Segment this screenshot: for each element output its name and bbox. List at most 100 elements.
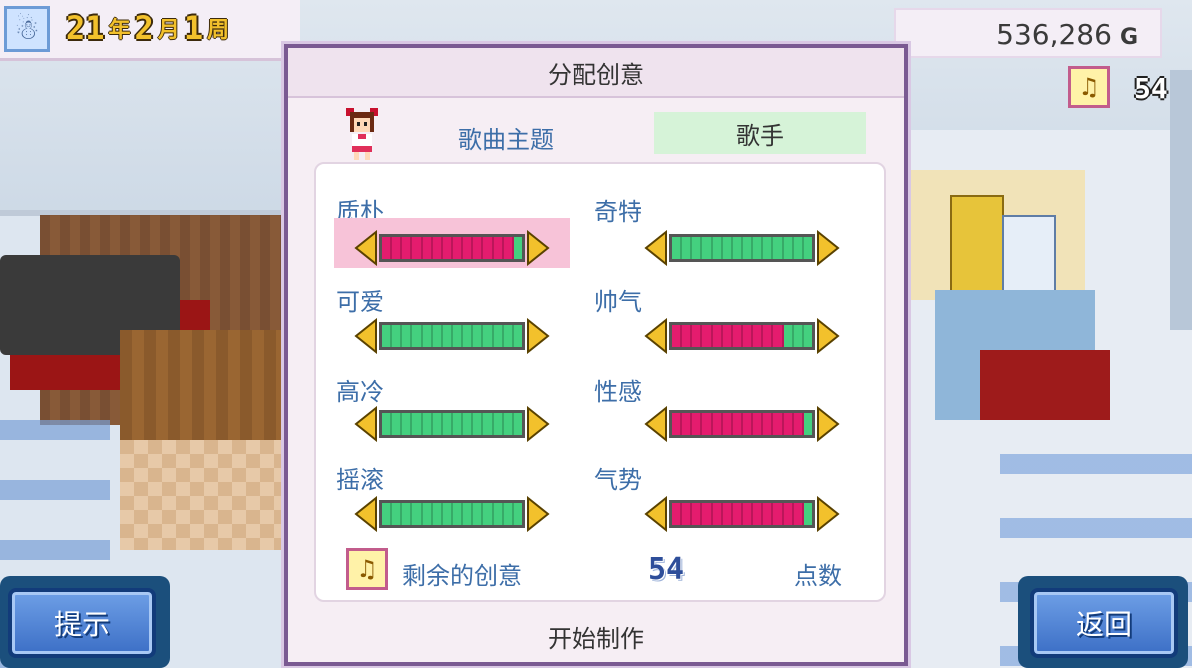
level-segment — [773, 503, 784, 525]
hint-button[interactable]: 提示 — [8, 588, 156, 658]
increase-arrow-icon[interactable] — [526, 495, 550, 533]
song-theme-label: 歌曲主题 — [458, 126, 554, 154]
attribute-level-bar — [379, 500, 525, 528]
level-segment — [702, 237, 713, 259]
level-segment — [732, 413, 743, 435]
level-segment — [442, 325, 453, 347]
level-segment — [692, 413, 703, 435]
level-segment — [672, 237, 683, 259]
level-segment — [442, 237, 453, 259]
dialog-title: 分配创意 — [288, 48, 904, 98]
increase-arrow-icon[interactable] — [816, 317, 840, 355]
decrease-arrow-icon[interactable] — [644, 495, 668, 533]
week-unit: 周 — [207, 18, 230, 43]
remaining-ideas-count: 54 — [648, 552, 685, 587]
increase-arrow-icon[interactable] — [816, 405, 840, 443]
money-bar: 536,286 G — [894, 8, 1162, 58]
level-segment — [742, 325, 754, 347]
level-segment — [712, 325, 723, 347]
attribute-slider[interactable] — [354, 404, 550, 444]
level-segment — [742, 237, 754, 259]
level-segment — [392, 503, 403, 525]
level-segment — [503, 325, 514, 347]
increase-arrow-icon[interactable] — [816, 229, 840, 267]
level-segment — [793, 325, 804, 347]
level-segment — [422, 413, 433, 435]
level-segment — [722, 237, 733, 259]
level-segment — [493, 325, 504, 347]
decrease-arrow-icon[interactable] — [354, 495, 378, 533]
level-segment — [473, 413, 484, 435]
increase-arrow-icon[interactable] — [526, 405, 550, 443]
attribute-label: 高冷 — [336, 378, 384, 406]
attribute-slider[interactable] — [354, 494, 550, 534]
level-segment — [412, 325, 423, 347]
decrease-arrow-icon[interactable] — [354, 405, 378, 443]
level-segment — [432, 503, 443, 525]
decrease-arrow-icon[interactable] — [354, 317, 378, 355]
level-segment — [672, 413, 683, 435]
level-segment — [412, 503, 423, 525]
level-segment — [692, 237, 703, 259]
level-segment — [463, 503, 474, 525]
level-segment — [732, 237, 743, 259]
attribute-level-bar — [669, 322, 815, 350]
level-segment — [402, 325, 413, 347]
decrease-arrow-icon[interactable] — [644, 229, 668, 267]
level-segment — [392, 413, 403, 435]
level-segment — [712, 503, 723, 525]
attribute-level-bar — [669, 500, 815, 528]
level-segment — [513, 325, 522, 347]
increase-arrow-icon[interactable] — [816, 495, 840, 533]
increase-arrow-icon[interactable] — [526, 317, 550, 355]
level-segment — [493, 413, 504, 435]
level-segment — [722, 325, 733, 347]
level-segment — [463, 237, 474, 259]
level-segment — [513, 237, 522, 259]
level-segment — [712, 413, 723, 435]
attribute-slider[interactable] — [334, 218, 570, 268]
level-segment — [402, 413, 413, 435]
level-segment — [742, 413, 754, 435]
attribute-slider[interactable] — [644, 228, 840, 268]
level-segment — [702, 325, 713, 347]
month-value: 2 — [134, 9, 154, 47]
decrease-arrow-icon[interactable] — [644, 405, 668, 443]
level-segment — [803, 413, 812, 435]
level-segment — [382, 325, 393, 347]
level-segment — [803, 237, 812, 259]
song-theme-value[interactable]: 歌手 — [654, 112, 866, 154]
level-segment — [483, 413, 494, 435]
level-segment — [473, 325, 484, 347]
level-segment — [503, 503, 514, 525]
currency-unit: G — [1119, 25, 1138, 50]
level-segment — [742, 503, 754, 525]
level-segment — [783, 237, 794, 259]
level-segment — [382, 413, 393, 435]
level-segment — [773, 237, 784, 259]
attribute-label: 可爱 — [336, 288, 384, 316]
back-button[interactable]: 返回 — [1030, 588, 1178, 658]
level-segment — [382, 503, 393, 525]
attribute-label: 帅气 — [594, 288, 642, 316]
level-segment — [732, 503, 743, 525]
attribute-slider[interactable] — [644, 494, 840, 534]
year-value: 21 — [66, 9, 105, 47]
increase-arrow-icon[interactable] — [526, 229, 550, 267]
attribute-slider[interactable] — [644, 316, 840, 356]
level-segment — [722, 503, 733, 525]
level-segment — [672, 503, 683, 525]
start-production-button[interactable]: 开始制作 — [288, 610, 904, 662]
level-segment — [692, 503, 703, 525]
attribute-label: 摇滚 — [336, 466, 384, 494]
attribute-slider[interactable] — [644, 404, 840, 444]
level-segment — [473, 503, 484, 525]
level-segment — [803, 503, 812, 525]
attribute-slider[interactable] — [354, 316, 550, 356]
level-segment — [422, 503, 433, 525]
level-segment — [392, 237, 403, 259]
year-unit: 年 — [108, 18, 131, 43]
decrease-arrow-icon[interactable] — [354, 229, 378, 267]
decrease-arrow-icon[interactable] — [644, 317, 668, 355]
level-segment — [422, 325, 433, 347]
